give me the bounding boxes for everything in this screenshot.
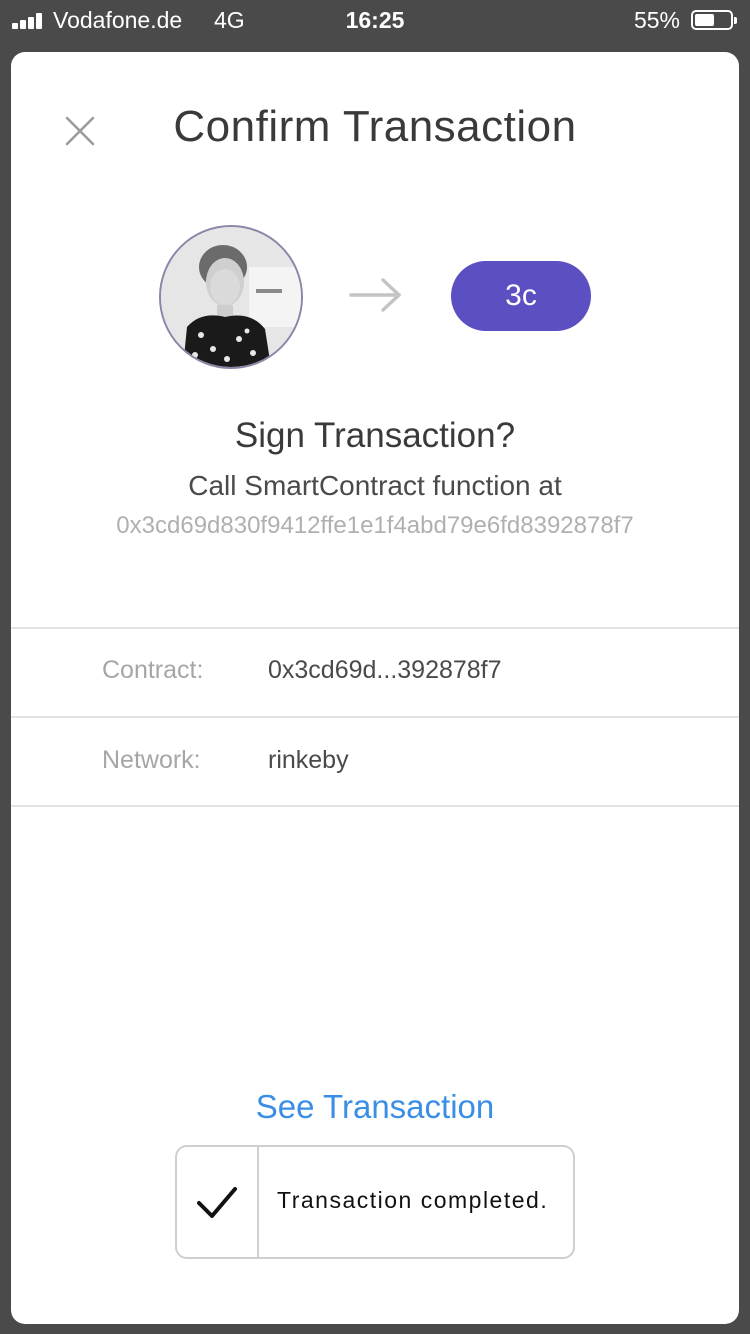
toast-check-cell — [177, 1147, 259, 1257]
sender-avatar — [159, 225, 303, 369]
contract-address-full: 0x3cd69d830f9412ffe1e1f4abd79e6fd8392878… — [116, 512, 634, 539]
divider — [11, 627, 739, 629]
call-description: Call SmartContract function at — [188, 470, 562, 501]
toast-message: Transaction completed. — [277, 1187, 549, 1213]
sign-transaction-heading: Sign Transaction? — [234, 416, 516, 455]
dialog-title: Confirm Transaction — [173, 102, 577, 151]
confirm-transaction-dialog: Confirm Transaction 3c Sign Transaction?… — [11, 52, 739, 1324]
divider — [11, 716, 739, 718]
see-transaction-link[interactable]: See Transaction — [11, 1088, 739, 1126]
arrow-right-icon — [349, 278, 401, 312]
network-value: rinkeby — [268, 746, 349, 774]
status-bar: Vodafone.de 4G 16:25 55% — [0, 0, 750, 44]
divider — [11, 805, 739, 807]
avatar-photo — [161, 227, 301, 367]
contract-label: Contract: — [102, 656, 204, 684]
transaction-completed-toast: Transaction completed. — [175, 1145, 575, 1259]
checkmark-icon — [197, 1187, 237, 1218]
network-label: Network: — [102, 746, 201, 774]
battery-percent: 55% — [633, 7, 680, 33]
battery-icon — [691, 10, 737, 30]
contract-value: 0x3cd69d...392878f7 — [268, 656, 502, 684]
recipient-badge: 3c — [451, 261, 591, 331]
